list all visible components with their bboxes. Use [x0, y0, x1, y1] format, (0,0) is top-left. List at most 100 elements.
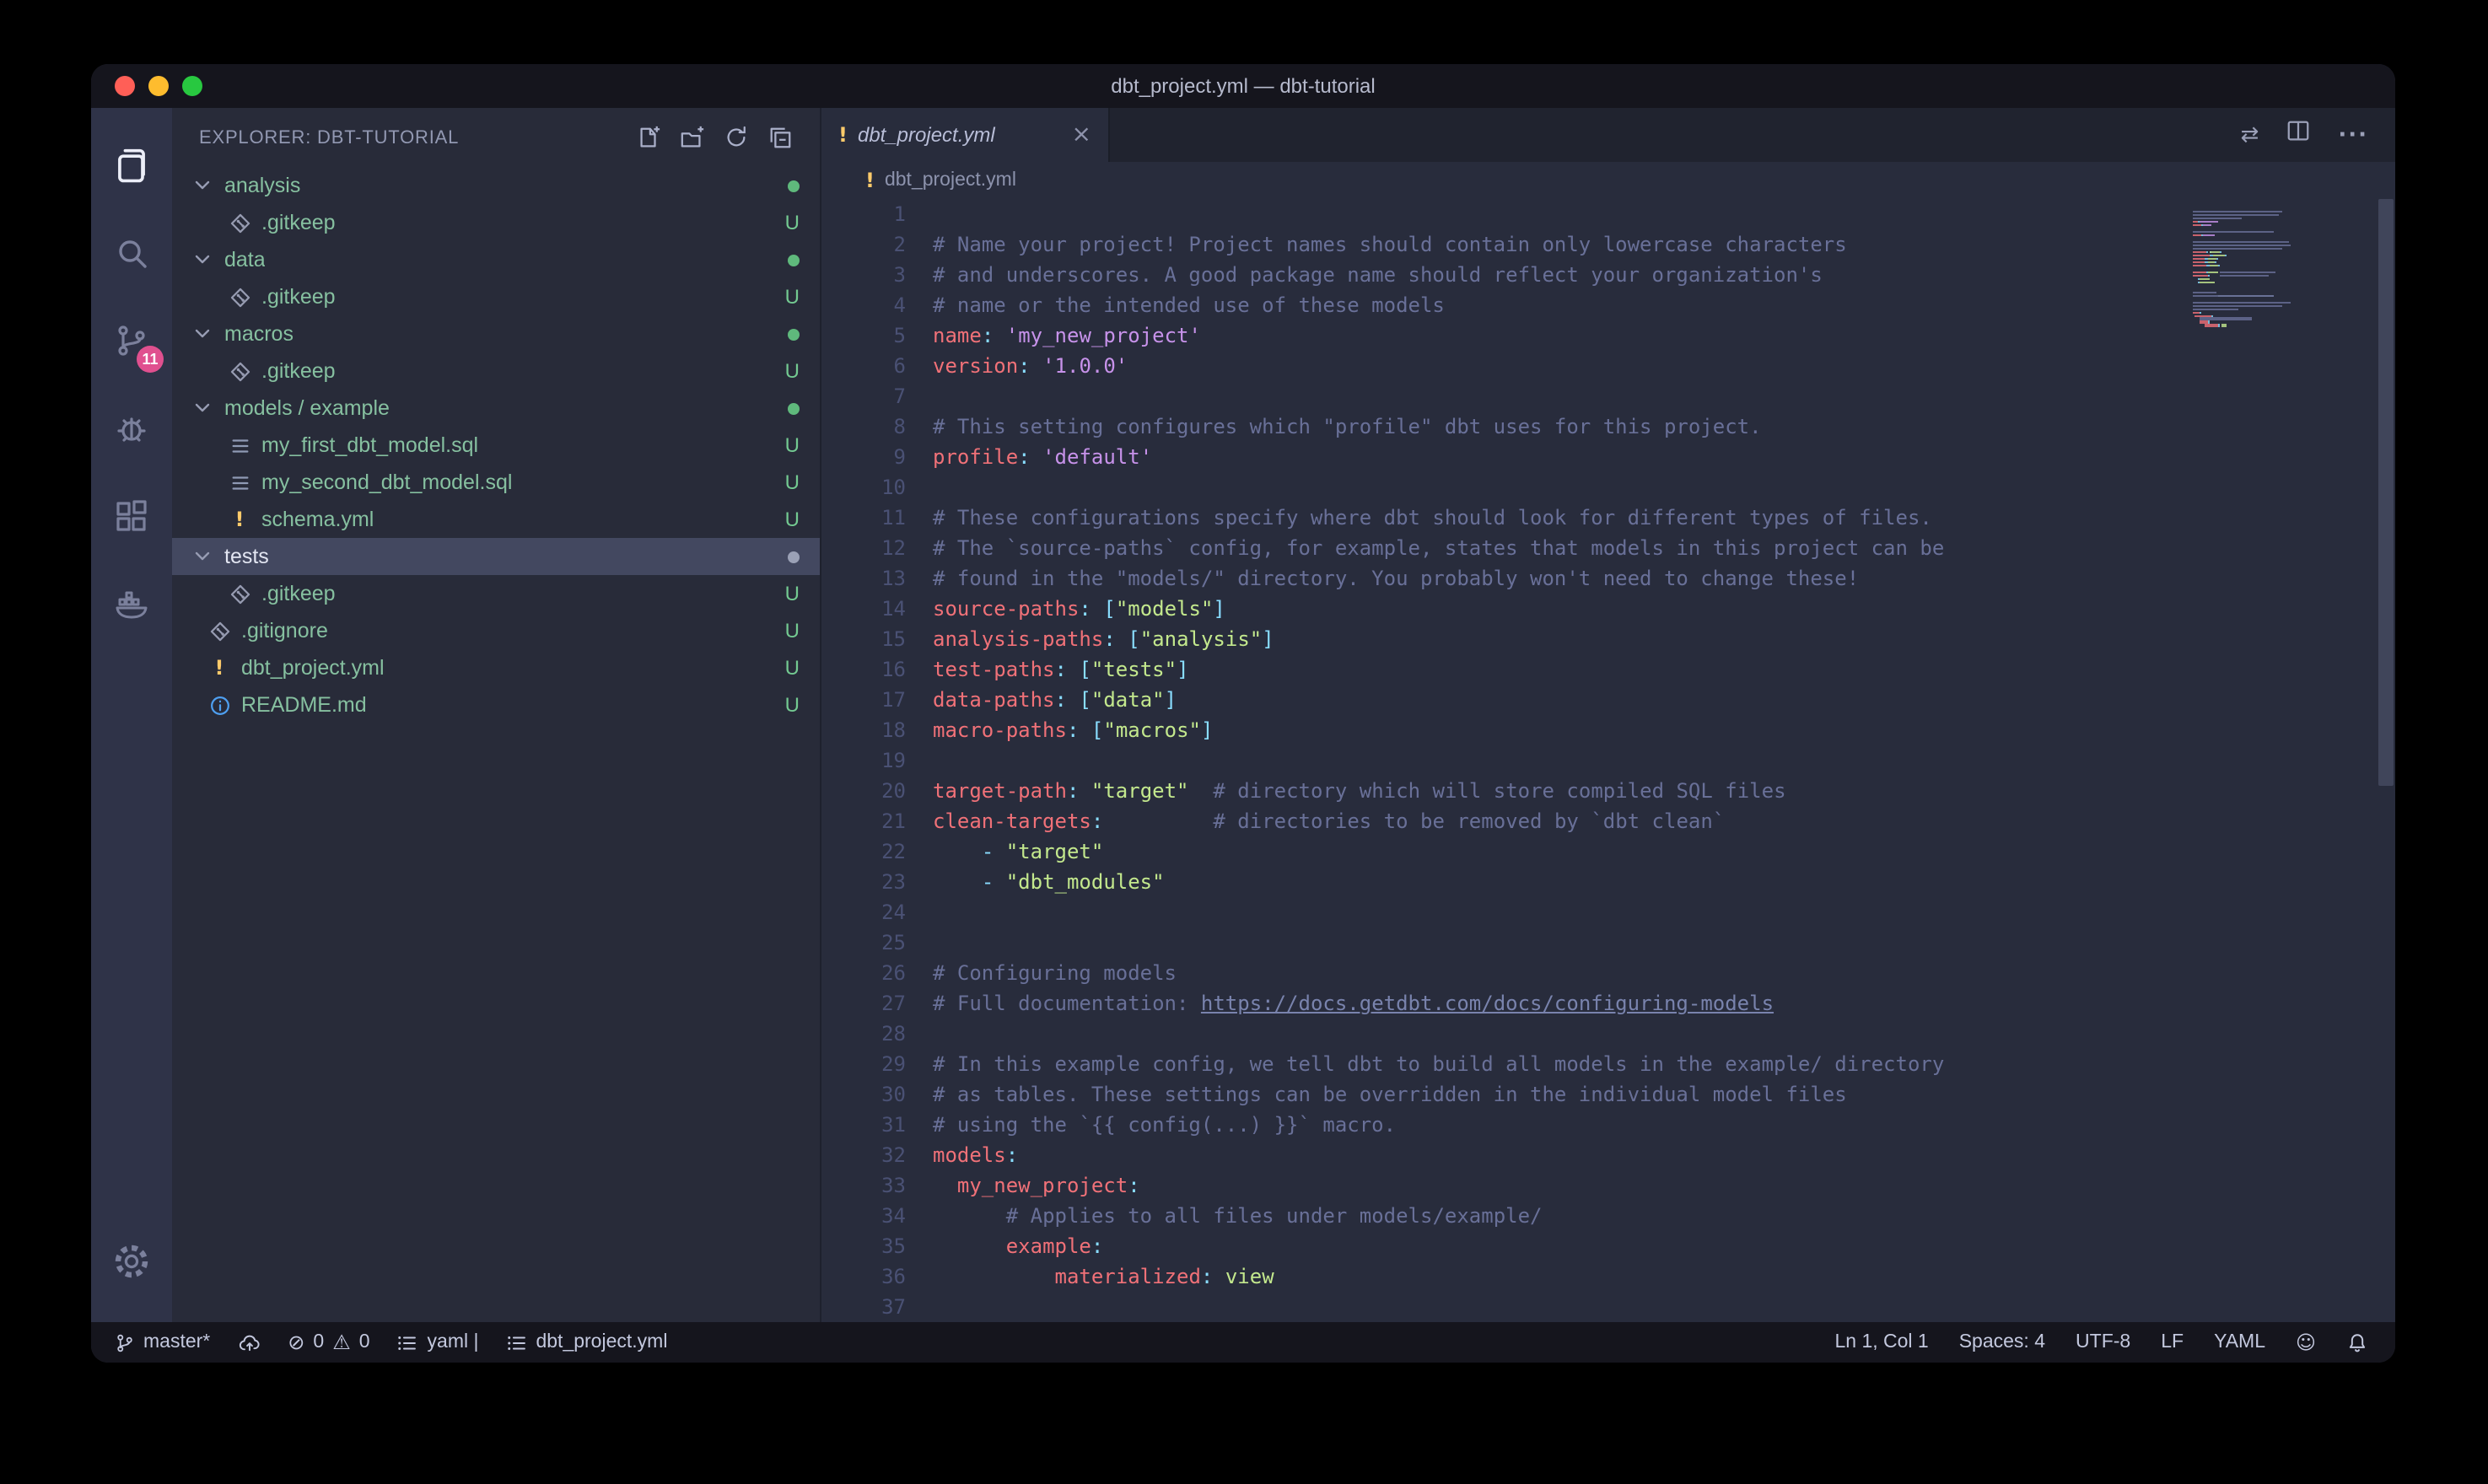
editor-scrollbar[interactable] [2378, 199, 2394, 786]
explorer-icon[interactable] [91, 121, 172, 209]
chevron-down-icon [189, 320, 216, 347]
tab-label: dbt_project.yml [858, 123, 995, 147]
code-line: 29# In this example config, we tell dbt … [821, 1049, 2395, 1079]
git-branch-indicator[interactable]: master* [115, 1331, 210, 1353]
minimap[interactable] [2193, 207, 2368, 331]
tree-folder-analysis[interactable]: analysis [172, 167, 820, 204]
tree-file-gitignore[interactable]: .gitignoreU [172, 612, 820, 649]
git-file-icon [226, 580, 253, 607]
sql-file-icon [226, 432, 253, 459]
line-number: 35 [821, 1231, 933, 1261]
linter-status[interactable]: yaml | [397, 1331, 479, 1353]
new-folder-button[interactable] [680, 125, 705, 150]
branch-name: master* [143, 1332, 210, 1352]
code-line: 18macro-paths: ["macros"] [821, 715, 2395, 745]
git-file-icon [226, 283, 253, 310]
minimize-window-button[interactable] [148, 76, 169, 96]
code-line: 24 [821, 897, 2395, 928]
warning-count: 0 [359, 1332, 370, 1352]
tab-dbt-project-yml[interactable]: ! dbt_project.yml × [821, 108, 1110, 162]
close-tab-icon[interactable]: × [1072, 121, 1091, 148]
code-line: 31# using the `{{ config(...) }}` macro. [821, 1110, 2395, 1140]
code-line: 22 - "target" [821, 836, 2395, 867]
item-label: .gitkeep [261, 359, 336, 383]
git-folder-dot [788, 254, 800, 266]
tree-folder-models-example[interactable]: models / example [172, 390, 820, 427]
docker-icon[interactable] [91, 560, 172, 648]
language-mode[interactable]: YAML [2214, 1332, 2265, 1352]
publish-sync-button[interactable] [237, 1331, 261, 1353]
code-line: 26# Configuring models [821, 958, 2395, 988]
encoding-setting[interactable]: UTF-8 [2076, 1332, 2130, 1352]
line-number: 25 [821, 928, 933, 958]
line-number: 29 [821, 1049, 933, 1079]
git-untracked-badge: U [785, 693, 800, 717]
refresh-button[interactable] [724, 125, 749, 150]
tree-file-gitkeep[interactable]: .gitkeepU [172, 352, 820, 390]
tree-folder-macros[interactable]: macros [172, 315, 820, 352]
status-bar: master* ⊘ 0 ⚠ 0 yaml | [91, 1322, 2395, 1363]
list-icon [397, 1331, 419, 1353]
git-untracked-badge: U [785, 582, 800, 605]
source-control-icon[interactable]: 11 [91, 297, 172, 384]
problems-indicator[interactable]: ⊘ 0 ⚠ 0 [288, 1331, 369, 1354]
split-editor-icon[interactable] [2286, 118, 2311, 152]
item-label: .gitkeep [261, 285, 336, 309]
indentation-setting[interactable]: Spaces: 4 [1959, 1332, 2045, 1352]
code-line: 16test-paths: ["tests"] [821, 654, 2395, 685]
open-changes-icon[interactable]: ⇄ [2241, 122, 2259, 148]
notifications-bell-icon[interactable] [2346, 1331, 2368, 1353]
code-line: 27# Full documentation: https://docs.get… [821, 988, 2395, 1019]
more-actions-icon[interactable]: ··· [2338, 122, 2368, 148]
linter-label: yaml | [428, 1332, 479, 1352]
line-number: 30 [821, 1079, 933, 1110]
git-file-icon [226, 209, 253, 236]
tree-file-gitkeep[interactable]: .gitkeepU [172, 204, 820, 241]
breadcrumb[interactable]: ! dbt_project.yml [821, 162, 2395, 199]
branch-icon [115, 1331, 135, 1353]
tab-bar: ! dbt_project.yml × ⇄ ··· [821, 108, 2395, 162]
git-untracked-badge: U [785, 211, 800, 234]
code-line: 3# and underscores. A good package name … [821, 260, 2395, 290]
extensions-icon[interactable] [91, 472, 172, 560]
yaml-file-icon: ! [206, 654, 233, 681]
settings-gear-icon[interactable] [91, 1218, 172, 1305]
collapse-folders-button[interactable] [767, 125, 793, 150]
tree-folder-data[interactable]: data [172, 241, 820, 278]
line-number: 31 [821, 1110, 933, 1140]
feedback-smiley-icon[interactable]: ☺ [2296, 1331, 2316, 1354]
git-untracked-badge: U [785, 433, 800, 457]
warnings-icon: ⚠ [332, 1331, 351, 1354]
git-untracked-badge: U [785, 508, 800, 531]
active-file-status[interactable]: dbt_project.yml [505, 1331, 667, 1353]
tree-file-readme-md[interactable]: README.mdU [172, 686, 820, 723]
tree-file-dbt-project-yml[interactable]: !dbt_project.ymlU [172, 649, 820, 686]
item-label: schema.yml [261, 508, 374, 531]
cursor-position[interactable]: Ln 1, Col 1 [1834, 1332, 1928, 1352]
tree-folder-tests[interactable]: tests [172, 538, 820, 575]
code-line: 1 [821, 199, 2395, 229]
tree-file-gitkeep[interactable]: .gitkeepU [172, 575, 820, 612]
new-file-button[interactable] [636, 125, 661, 150]
git-folder-dot [788, 402, 800, 414]
tree-file-schema-yml[interactable]: !schema.ymlU [172, 501, 820, 538]
line-number: 24 [821, 897, 933, 928]
eol-setting[interactable]: LF [2161, 1332, 2184, 1352]
cloud-upload-icon [237, 1331, 261, 1353]
close-window-button[interactable] [115, 76, 135, 96]
code-editor[interactable]: 12# Name your project! Project names sho… [821, 199, 2395, 1322]
tree-file-my-second-dbt-model-sql[interactable]: my_second_dbt_model.sqlU [172, 464, 820, 501]
tree-file-gitkeep[interactable]: .gitkeepU [172, 278, 820, 315]
tree-file-my-first-dbt-model-sql[interactable]: my_first_dbt_model.sqlU [172, 427, 820, 464]
debug-icon[interactable] [91, 384, 172, 472]
zoom-window-button[interactable] [182, 76, 202, 96]
line-number: 37 [821, 1292, 933, 1322]
window-title: dbt_project.yml — dbt-tutorial [1111, 74, 1375, 98]
file-tree: analysis.gitkeepUdata.gitkeepUmacros.git… [172, 167, 820, 1322]
code-line: 4# name or the intended use of these mod… [821, 290, 2395, 320]
code-line: 5name: 'my_new_project' [821, 320, 2395, 351]
search-icon[interactable] [91, 209, 172, 297]
explorer-sidebar: EXPLORER: DBT-TUTORIAL [172, 108, 820, 1322]
line-number: 18 [821, 715, 933, 745]
code-line: 17data-paths: ["data"] [821, 685, 2395, 715]
